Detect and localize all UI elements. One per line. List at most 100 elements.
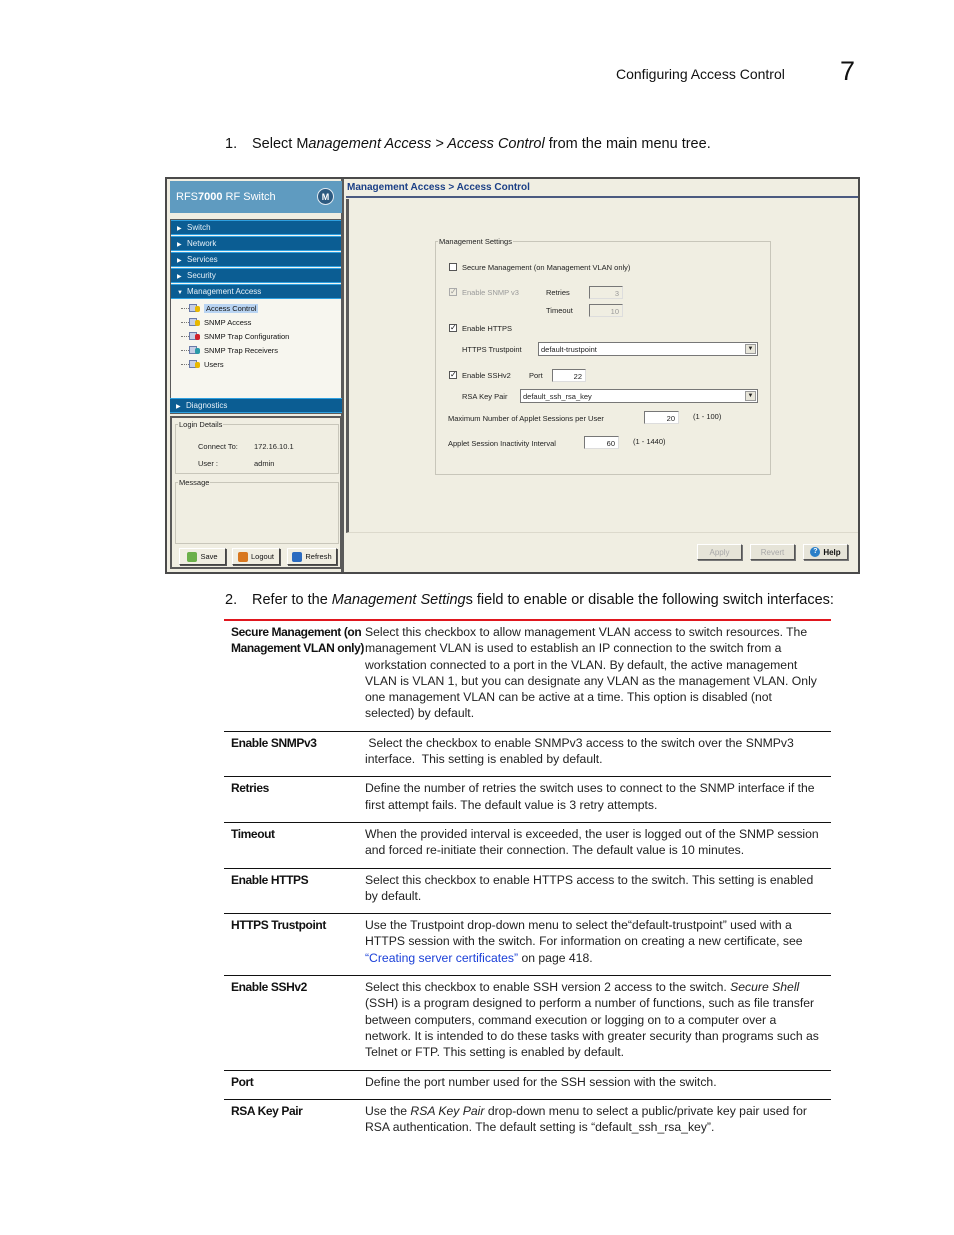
nav-item-services[interactable]: ▶ Services — [171, 252, 341, 267]
brand-prefix: RFS — [176, 191, 198, 203]
access-key-icon — [189, 303, 201, 313]
term-cell: Timeout — [224, 822, 365, 869]
step-text: Select M — [252, 136, 309, 152]
message-legend: Message — [179, 478, 210, 487]
chevron-down-icon: ▼ — [745, 344, 756, 354]
brand-header: RFS7000 RF Switch M — [170, 181, 342, 213]
content-area: Management Settings Secure Management (o… — [346, 199, 858, 533]
tree-item-snmp-access[interactable]: SNMP Access — [181, 315, 341, 329]
creating-server-certificates-link[interactable]: “Creating server certificates” — [365, 951, 518, 965]
save-button[interactable]: Save — [179, 548, 226, 565]
nav-item-network[interactable]: ▶ Network — [171, 236, 341, 251]
nav-item-switch[interactable]: ▶ Switch — [171, 220, 341, 235]
connect-to-value: 172.16.10.1 — [254, 442, 294, 451]
enable-https-label: Enable HTTPS — [462, 324, 513, 333]
tree-item-access-control[interactable]: Access Control — [181, 301, 341, 315]
sidebar: RFS7000 RF Switch M ▶ Switch ▶ Network ▶ Se… — [167, 179, 344, 572]
trustpoint-value: default-trustpoint — [541, 345, 597, 354]
description-text: (SSH) is a program designed to perform a… — [365, 996, 819, 1060]
enable-sshv2-label: Enable SSHv2 — [462, 371, 511, 380]
refresh-button[interactable]: Refresh — [287, 548, 337, 565]
apply-button[interactable]: Apply — [697, 544, 742, 560]
nav-item-management-access[interactable]: ▼ Management Access — [171, 284, 341, 299]
table-row: Secure Management (on Management VLAN on… — [224, 618, 831, 732]
https-trustpoint-label: HTTPS Trustpoint — [462, 345, 522, 354]
term-cell: RSA Key Pair — [231, 1103, 303, 1118]
save-icon — [187, 551, 198, 562]
expand-arrow-icon: ▶ — [177, 226, 182, 232]
nav-item-security[interactable]: ▶ Security — [171, 268, 341, 283]
step-text: Refer to the — [252, 592, 332, 608]
https-trustpoint-dropdown[interactable]: default-trustpoint ▼ — [538, 342, 758, 356]
collapse-arrow-icon: ▼ — [177, 290, 183, 296]
login-panel: Login Details Connect To: 172.16.10.1 Us… — [170, 416, 342, 569]
expand-arrow-icon: ▶ — [177, 242, 182, 248]
description-emphasis: RSA Key Pair — [410, 1103, 485, 1118]
nav-label: Management Access — [187, 287, 262, 296]
table-row: Enable SSHv2 Select this checkbox to enab… — [224, 975, 831, 1071]
description-cell: Select this checkbox to enable HTTPS acc… — [365, 868, 831, 915]
enable-https-checkbox[interactable]: ✓ — [449, 324, 457, 332]
expand-arrow-icon: ▶ — [177, 258, 182, 264]
settings-description-table: Secure Management (on Management VLAN on… — [224, 618, 831, 1144]
logout-icon — [238, 551, 249, 562]
description-text: Select this checkbox to enable SSH versi… — [365, 980, 731, 995]
breadcrumb: Management Access > Access Control — [347, 182, 530, 193]
max-applet-sessions-label: Maximum Number of Applet Sessions per Us… — [448, 414, 604, 423]
app-screenshot: RFS7000 RF Switch M ▶ Switch ▶ Network ▶ Se… — [165, 177, 860, 574]
port-input[interactable]: 22 — [552, 369, 586, 382]
snmp-key-icon — [189, 317, 201, 327]
chapter-number: 7 — [840, 56, 856, 86]
login-details-legend: Login Details — [179, 420, 223, 429]
refresh-icon — [292, 551, 303, 562]
brand-suffix: RF Switch — [222, 191, 276, 203]
management-settings-legend: Management Settings — [439, 237, 512, 246]
management-access-subtree: Access Control SNMP Access SNMP Trap Con… — [171, 300, 341, 371]
help-button[interactable]: ? Help — [803, 544, 848, 560]
secure-management-checkbox[interactable] — [449, 263, 457, 271]
step-text: from the main menu tree. — [544, 136, 711, 152]
step-number: 2. — [225, 592, 238, 608]
rsa-key-pair-dropdown[interactable]: default_ssh_rsa_key ▼ — [520, 389, 758, 403]
message-group: Message — [175, 478, 339, 544]
table-row: Timeout When the provided interval is exc… — [224, 822, 831, 869]
trap-config-icon — [189, 331, 201, 341]
tree-item-snmp-trap-configuration[interactable]: SNMP Trap Configuration — [181, 329, 341, 343]
description-text: Use the Trustpoint drop-down menu to sel… — [365, 918, 803, 949]
tree-label: SNMP Trap Configuration — [204, 331, 290, 341]
logout-button[interactable]: Logout — [232, 548, 280, 565]
term-cell: Retries — [224, 776, 365, 823]
logout-label: Logout — [251, 552, 274, 561]
nav-item-diagnostics[interactable]: ▶ Diagnostics — [170, 398, 342, 413]
table-row: Enable SNMPv3 Select the checkbox to ena… — [224, 731, 831, 778]
term-cell: Enable HTTPS — [224, 868, 365, 915]
inactivity-interval-input[interactable]: 60 — [584, 436, 619, 449]
enable-snmpv3-label: Enable SNMP v3 — [462, 288, 519, 297]
term-cell: HTTPS Trustpoint — [224, 913, 365, 977]
chevron-down-icon: ▼ — [745, 391, 756, 401]
term-cell: Enable SSHv2 — [224, 975, 365, 1071]
max-applet-sessions-range: (1 - 100) — [693, 412, 722, 421]
max-applet-sessions-input[interactable]: 20 — [644, 411, 679, 424]
enable-sshv2-checkbox[interactable]: ✓ — [449, 371, 457, 379]
help-label: Help — [823, 547, 841, 557]
connect-to-label: Connect To: — [198, 442, 238, 451]
tree-item-snmp-trap-receivers[interactable]: SNMP Trap Receivers — [181, 343, 341, 357]
tree-item-users[interactable]: Users — [181, 357, 341, 371]
tree-label: SNMP Access — [204, 317, 252, 327]
description-text: Use the — [365, 1103, 411, 1118]
table-row: Port Define the port number used for the … — [224, 1070, 831, 1100]
rsa-key-pair-label: RSA Key Pair — [462, 392, 508, 401]
users-key-icon — [189, 359, 201, 369]
tree-label: Access Control — [204, 303, 259, 313]
enable-snmpv3-checkbox[interactable]: ✓ — [449, 288, 457, 296]
retries-input[interactable]: 3 — [589, 286, 623, 299]
step-1: 1. Select Management Access > Access Cont… — [225, 136, 711, 152]
description-cell: Select this checkbox to enable SSH versi… — [365, 975, 831, 1071]
nav-diagnostics-wrap: ▶ Diagnostics — [170, 398, 342, 414]
timeout-input[interactable]: 10 — [589, 304, 623, 317]
description-cell: Select the checkbox to enable SNMPv3 acc… — [365, 731, 831, 778]
nav-label: Security — [187, 271, 216, 280]
revert-button[interactable]: Revert — [750, 544, 795, 560]
help-icon: ? — [810, 547, 821, 557]
